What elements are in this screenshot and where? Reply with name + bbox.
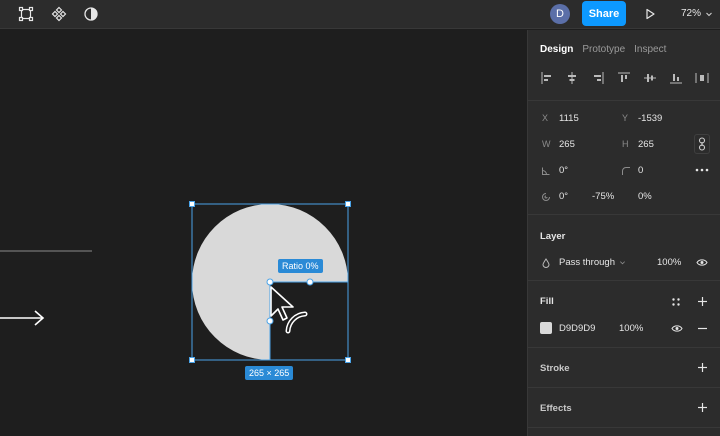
tab-prototype[interactable]: Prototype bbox=[582, 44, 625, 55]
arc-ratio-input[interactable]: 0% bbox=[638, 191, 652, 202]
add-effect-icon[interactable] bbox=[697, 402, 708, 413]
divider bbox=[528, 280, 720, 281]
align-vertical-center-icon[interactable] bbox=[642, 70, 658, 86]
frame-icon[interactable] bbox=[15, 4, 37, 24]
eye-icon[interactable] bbox=[696, 258, 708, 267]
design-canvas[interactable]: Ratio 0% 265 × 265 bbox=[0, 30, 527, 436]
play-icon[interactable] bbox=[639, 4, 661, 24]
align-horizontal-center-icon[interactable] bbox=[564, 70, 580, 86]
constrain-proportions-button[interactable] bbox=[694, 134, 710, 154]
x-label: X bbox=[542, 113, 549, 123]
alignment-toolbar bbox=[537, 70, 717, 88]
blend-mode-value: Pass through bbox=[559, 257, 615, 268]
rotation-input[interactable]: 0° bbox=[559, 165, 568, 176]
chevron-down-icon bbox=[619, 261, 625, 265]
user-avatar[interactable]: D bbox=[550, 4, 570, 24]
arc-icon bbox=[542, 193, 550, 201]
align-bottom-icon[interactable] bbox=[668, 70, 684, 86]
h-label: H bbox=[622, 139, 629, 149]
ratio-label: Ratio 0% bbox=[278, 259, 323, 273]
width-input[interactable]: 265 bbox=[559, 139, 575, 150]
stroke-section-title: Stroke bbox=[540, 363, 570, 374]
layer-opacity-input[interactable]: 100% bbox=[657, 257, 681, 268]
panel-tabs: Design Prototype Inspect bbox=[540, 44, 666, 55]
divider bbox=[528, 100, 720, 101]
rotation-icon bbox=[542, 167, 550, 175]
blend-mode-dropdown[interactable]: Pass through bbox=[559, 257, 626, 268]
zoom-dropdown[interactable]: 72% bbox=[681, 8, 713, 19]
more-options-icon[interactable] bbox=[695, 165, 709, 175]
fill-color-swatch[interactable] bbox=[540, 322, 552, 334]
size-label: 265 × 265 bbox=[245, 366, 294, 380]
style-grid-icon[interactable] bbox=[671, 297, 681, 307]
y-input[interactable]: -1539 bbox=[638, 113, 662, 124]
divider bbox=[528, 387, 720, 388]
divider bbox=[528, 347, 720, 348]
blend-mode-icon bbox=[542, 258, 550, 268]
arrow-shape[interactable] bbox=[0, 310, 45, 326]
share-button[interactable]: Share bbox=[582, 1, 626, 26]
tab-inspect[interactable]: Inspect bbox=[634, 44, 666, 55]
x-input[interactable]: 1115 bbox=[559, 113, 579, 124]
height-input[interactable]: 265 bbox=[638, 139, 654, 150]
layer-section-title: Layer bbox=[540, 231, 566, 242]
distribute-icon[interactable] bbox=[694, 70, 710, 86]
remove-fill-icon[interactable] bbox=[697, 324, 708, 333]
fill-section-title: Fill bbox=[540, 296, 554, 307]
top-toolbar: D Share 72% bbox=[0, 0, 720, 29]
arc-sweep-input[interactable]: -75% bbox=[592, 191, 614, 202]
fill-hex-input[interactable]: D9D9D9 bbox=[559, 323, 595, 334]
corner-radius-input[interactable]: 0 bbox=[638, 165, 643, 176]
effects-section-title: Effects bbox=[540, 403, 572, 414]
cursor-arrow-icon bbox=[270, 286, 294, 321]
component-icon[interactable] bbox=[48, 4, 70, 24]
arc-start-input[interactable]: 0° bbox=[559, 191, 568, 202]
align-left-icon[interactable] bbox=[539, 70, 555, 86]
link-icon bbox=[698, 137, 706, 151]
align-right-icon[interactable] bbox=[590, 70, 606, 86]
w-label: W bbox=[542, 139, 551, 149]
y-label: Y bbox=[622, 113, 629, 123]
add-stroke-icon[interactable] bbox=[697, 362, 708, 373]
divider bbox=[528, 427, 720, 428]
align-top-icon[interactable] bbox=[616, 70, 632, 86]
eye-icon[interactable] bbox=[671, 324, 683, 333]
tab-design[interactable]: Design bbox=[540, 44, 573, 55]
properties-panel: Design Prototype Inspect X 1115 Y -1539 … bbox=[527, 30, 720, 436]
add-fill-icon[interactable] bbox=[697, 296, 708, 307]
fill-opacity-input[interactable]: 100% bbox=[619, 323, 643, 334]
corner-radius-icon bbox=[622, 167, 630, 175]
divider bbox=[528, 214, 720, 215]
chevron-down-icon bbox=[706, 12, 712, 16]
contrast-icon[interactable] bbox=[80, 4, 102, 24]
zoom-value: 72% bbox=[681, 8, 702, 19]
